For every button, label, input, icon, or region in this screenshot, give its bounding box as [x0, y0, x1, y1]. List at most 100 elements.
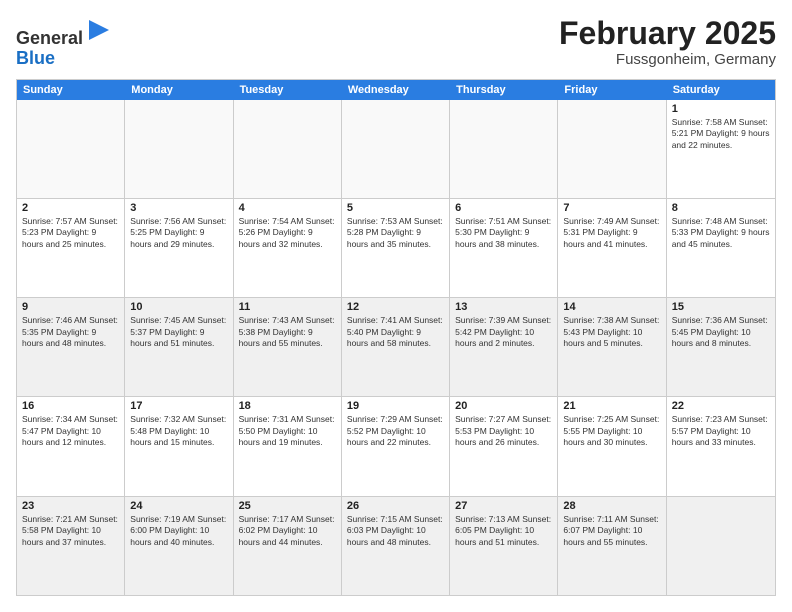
day-info: Sunrise: 7:34 AM Sunset: 5:47 PM Dayligh…	[22, 414, 119, 448]
day-info: Sunrise: 7:46 AM Sunset: 5:35 PM Dayligh…	[22, 315, 119, 349]
cal-cell-0-6: 1 Sunrise: 7:58 AM Sunset: 5:21 PM Daylig…	[667, 100, 775, 198]
header-thursday: Thursday	[450, 80, 558, 100]
day-info: Sunrise: 7:49 AM Sunset: 5:31 PM Dayligh…	[563, 216, 660, 250]
day-number: 16	[22, 400, 119, 412]
day-info: Sunrise: 7:39 AM Sunset: 5:42 PM Dayligh…	[455, 315, 552, 349]
title-block: February 2025 Fussgonheim, Germany	[559, 16, 776, 68]
day-info: Sunrise: 7:11 AM Sunset: 6:07 PM Dayligh…	[563, 514, 660, 548]
cal-cell-1-3: 5 Sunrise: 7:53 AM Sunset: 5:28 PM Daylig…	[342, 199, 450, 297]
cal-cell-1-1: 3 Sunrise: 7:56 AM Sunset: 5:25 PM Daylig…	[125, 199, 233, 297]
day-info: Sunrise: 7:36 AM Sunset: 5:45 PM Dayligh…	[672, 315, 770, 349]
day-number: 9	[22, 301, 119, 313]
cal-cell-1-5: 7Sunrise: 7:49 AM Sunset: 5:31 PM Daylig…	[558, 199, 666, 297]
header-monday: Monday	[125, 80, 233, 100]
day-number: 22	[672, 400, 770, 412]
day-info: Sunrise: 7:53 AM Sunset: 5:28 PM Dayligh…	[347, 216, 444, 250]
header-tuesday: Tuesday	[234, 80, 342, 100]
day-info: Sunrise: 7:21 AM Sunset: 5:58 PM Dayligh…	[22, 514, 119, 548]
day-number: 12	[347, 301, 444, 313]
logo-blue: Blue	[16, 48, 55, 68]
day-info: Sunrise: 7:25 AM Sunset: 5:55 PM Dayligh…	[563, 414, 660, 448]
day-info: Sunrise: 7:17 AM Sunset: 6:02 PM Dayligh…	[239, 514, 336, 548]
day-info: Sunrise: 7:23 AM Sunset: 5:57 PM Dayligh…	[672, 414, 770, 448]
cal-cell-0-3	[342, 100, 450, 198]
cal-cell-3-2: 18 Sunrise: 7:31 AM Sunset: 5:50 PM Dayli…	[234, 397, 342, 495]
logo-text: General Blue	[16, 16, 113, 69]
cal-cell-3-6: 22 Sunrise: 7:23 AM Sunset: 5:57 PM Dayli…	[667, 397, 775, 495]
cal-cell-2-6: 15 Sunrise: 7:36 AM Sunset: 5:45 PM Dayli…	[667, 298, 775, 396]
cal-cell-4-5: 28 Sunrise: 7:11 AM Sunset: 6:07 PM Dayli…	[558, 497, 666, 595]
cal-row-0: 1 Sunrise: 7:58 AM Sunset: 5:21 PM Daylig…	[17, 100, 775, 198]
calendar-header: Sunday Monday Tuesday Wednesday Thursday…	[17, 80, 775, 100]
day-number: 14	[563, 301, 660, 313]
day-number: 3	[130, 202, 227, 214]
day-number: 28	[563, 500, 660, 512]
cal-cell-2-0: 9 Sunrise: 7:46 AM Sunset: 5:35 PM Daylig…	[17, 298, 125, 396]
cal-cell-2-1: 10 Sunrise: 7:45 AM Sunset: 5:37 PM Dayli…	[125, 298, 233, 396]
page: General Blue February 2025 Fussgonheim, …	[0, 0, 792, 612]
day-info: Sunrise: 7:43 AM Sunset: 5:38 PM Dayligh…	[239, 315, 336, 349]
day-number: 10	[130, 301, 227, 313]
cal-cell-4-1: 24 Sunrise: 7:19 AM Sunset: 6:00 PM Dayli…	[125, 497, 233, 595]
day-info: Sunrise: 7:38 AM Sunset: 5:43 PM Dayligh…	[563, 315, 660, 349]
cal-cell-4-3: 26Sunrise: 7:15 AM Sunset: 6:03 PM Dayli…	[342, 497, 450, 595]
day-info: Sunrise: 7:29 AM Sunset: 5:52 PM Dayligh…	[347, 414, 444, 448]
cal-cell-3-3: 19Sunrise: 7:29 AM Sunset: 5:52 PM Dayli…	[342, 397, 450, 495]
cal-cell-4-0: 23Sunrise: 7:21 AM Sunset: 5:58 PM Dayli…	[17, 497, 125, 595]
cal-cell-0-1	[125, 100, 233, 198]
day-info: Sunrise: 7:27 AM Sunset: 5:53 PM Dayligh…	[455, 414, 552, 448]
logo-general: General	[16, 28, 83, 48]
day-number: 27	[455, 500, 552, 512]
day-number: 15	[672, 301, 770, 313]
logo-icon	[85, 16, 113, 44]
cal-cell-4-2: 25 Sunrise: 7:17 AM Sunset: 6:02 PM Dayli…	[234, 497, 342, 595]
day-info: Sunrise: 7:31 AM Sunset: 5:50 PM Dayligh…	[239, 414, 336, 448]
day-info: Sunrise: 7:15 AM Sunset: 6:03 PM Dayligh…	[347, 514, 444, 548]
day-info: Sunrise: 7:56 AM Sunset: 5:25 PM Dayligh…	[130, 216, 227, 250]
day-info: Sunrise: 7:41 AM Sunset: 5:40 PM Dayligh…	[347, 315, 444, 349]
month-title: February 2025	[559, 16, 776, 51]
cal-cell-0-2	[234, 100, 342, 198]
cal-cell-0-0	[17, 100, 125, 198]
cal-cell-1-0: 2Sunrise: 7:57 AM Sunset: 5:23 PM Daylig…	[17, 199, 125, 297]
cal-cell-1-6: 8Sunrise: 7:48 AM Sunset: 5:33 PM Daylig…	[667, 199, 775, 297]
day-info: Sunrise: 7:51 AM Sunset: 5:30 PM Dayligh…	[455, 216, 552, 250]
day-number: 20	[455, 400, 552, 412]
day-info: Sunrise: 7:57 AM Sunset: 5:23 PM Dayligh…	[22, 216, 119, 250]
day-number: 21	[563, 400, 660, 412]
location: Fussgonheim, Germany	[559, 51, 776, 68]
cal-cell-2-2: 11 Sunrise: 7:43 AM Sunset: 5:38 PM Dayli…	[234, 298, 342, 396]
header-sunday: Sunday	[17, 80, 125, 100]
cal-cell-4-4: 27 Sunrise: 7:13 AM Sunset: 6:05 PM Dayli…	[450, 497, 558, 595]
day-info: Sunrise: 7:19 AM Sunset: 6:00 PM Dayligh…	[130, 514, 227, 548]
header: General Blue February 2025 Fussgonheim, …	[16, 16, 776, 69]
day-number: 17	[130, 400, 227, 412]
cal-cell-2-5: 14 Sunrise: 7:38 AM Sunset: 5:43 PM Dayli…	[558, 298, 666, 396]
header-saturday: Saturday	[667, 80, 775, 100]
cal-cell-0-5	[558, 100, 666, 198]
cal-cell-3-1: 17 Sunrise: 7:32 AM Sunset: 5:48 PM Dayli…	[125, 397, 233, 495]
day-info: Sunrise: 7:13 AM Sunset: 6:05 PM Dayligh…	[455, 514, 552, 548]
day-info: Sunrise: 7:45 AM Sunset: 5:37 PM Dayligh…	[130, 315, 227, 349]
header-friday: Friday	[558, 80, 666, 100]
cal-row-3: 16 Sunrise: 7:34 AM Sunset: 5:47 PM Dayli…	[17, 396, 775, 495]
day-info: Sunrise: 7:58 AM Sunset: 5:21 PM Dayligh…	[672, 117, 770, 151]
calendar: Sunday Monday Tuesday Wednesday Thursday…	[16, 79, 776, 596]
day-number: 18	[239, 400, 336, 412]
cal-row-2: 9 Sunrise: 7:46 AM Sunset: 5:35 PM Daylig…	[17, 297, 775, 396]
day-number: 4	[239, 202, 336, 214]
header-wednesday: Wednesday	[342, 80, 450, 100]
day-number: 6	[455, 202, 552, 214]
cal-row-4: 23Sunrise: 7:21 AM Sunset: 5:58 PM Dayli…	[17, 496, 775, 595]
cal-cell-2-3: 12 Sunrise: 7:41 AM Sunset: 5:40 PM Dayli…	[342, 298, 450, 396]
day-info: Sunrise: 7:32 AM Sunset: 5:48 PM Dayligh…	[130, 414, 227, 448]
day-number: 25	[239, 500, 336, 512]
cal-cell-3-5: 21 Sunrise: 7:25 AM Sunset: 5:55 PM Dayli…	[558, 397, 666, 495]
day-number: 1	[672, 103, 770, 115]
day-number: 24	[130, 500, 227, 512]
day-number: 5	[347, 202, 444, 214]
day-number: 11	[239, 301, 336, 313]
calendar-body: 1 Sunrise: 7:58 AM Sunset: 5:21 PM Daylig…	[17, 100, 775, 595]
day-info: Sunrise: 7:54 AM Sunset: 5:26 PM Dayligh…	[239, 216, 336, 250]
cal-cell-1-2: 4 Sunrise: 7:54 AM Sunset: 5:26 PM Daylig…	[234, 199, 342, 297]
